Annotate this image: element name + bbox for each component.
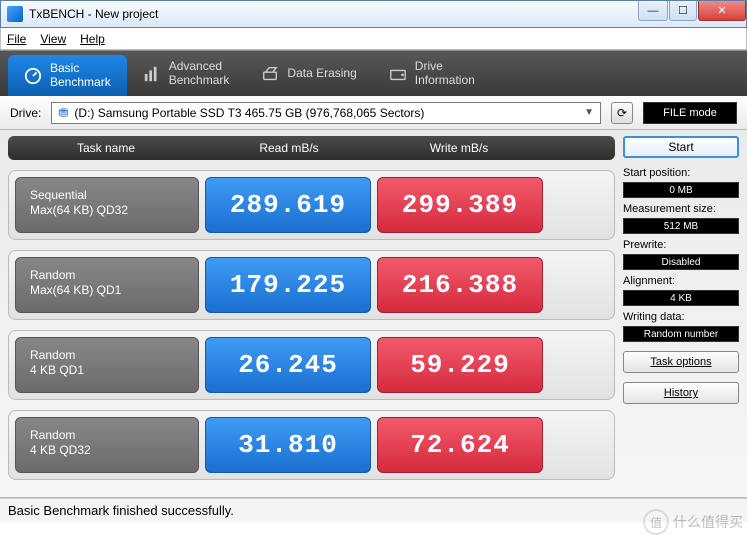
write-value: 59.229 [377,337,543,393]
writing-data-value[interactable]: Random number [623,326,739,342]
task-name: Random4 KB QD32 [15,417,199,473]
start-button[interactable]: Start [623,136,739,158]
task-options-button[interactable]: Task options [623,351,739,373]
alignment-value[interactable]: 4 KB [623,290,739,306]
erase-icon [261,65,279,83]
read-value: 289.619 [205,177,371,233]
write-value: 299.389 [377,177,543,233]
app-icon [7,6,23,22]
tab-basic-benchmark[interactable]: BasicBenchmark [8,55,127,96]
window-title: TxBENCH - New project [29,7,158,21]
tab-drive-information[interactable]: DriveInformation [373,51,491,96]
task-name: RandomMax(64 KB) QD1 [15,257,199,313]
menu-help[interactable]: Help [80,32,105,46]
read-value: 26.245 [205,337,371,393]
history-button[interactable]: History [623,382,739,404]
gauge-icon [24,67,42,85]
result-row: Random4 KB QD3231.81072.624 [8,410,615,480]
status-text: Basic Benchmark finished successfully. [8,503,234,518]
minimize-button[interactable]: — [638,1,668,21]
chevron-down-icon: ▼ [584,107,594,118]
measurement-size-value[interactable]: 512 MB [623,218,739,234]
read-value: 179.225 [205,257,371,313]
drive-label: Drive: [10,106,41,120]
refresh-button[interactable]: ⟳ [611,102,633,124]
writing-data-label: Writing data: [623,311,739,323]
task-name: SequentialMax(64 KB) QD32 [15,177,199,233]
menu-bar: File View Help [0,28,747,50]
menu-file[interactable]: File [7,32,26,46]
close-button[interactable]: ✕ [698,1,746,21]
results-header: Task name Read mB/s Write mB/s [8,136,615,160]
tab-advanced-benchmark[interactable]: AdvancedBenchmark [127,51,246,96]
task-name: Random4 KB QD1 [15,337,199,393]
prewrite-value[interactable]: Disabled [623,254,739,270]
tab-strip: BasicBenchmark AdvancedBenchmark Data Er… [0,50,747,96]
drive-select[interactable]: ⛃ (D:) Samsung Portable SSD T3 465.75 GB… [51,102,601,124]
prewrite-label: Prewrite: [623,239,739,251]
measurement-size-label: Measurement size: [623,203,739,215]
read-value: 31.810 [205,417,371,473]
drive-selected: (D:) Samsung Portable SSD T3 465.75 GB (… [74,106,424,120]
start-position-value[interactable]: 0 MB [623,182,739,198]
tab-data-erasing[interactable]: Data Erasing [245,51,372,96]
drive-icon [389,65,407,83]
drive-row: Drive: ⛃ (D:) Samsung Portable SSD T3 46… [0,96,747,130]
main-panel: Task name Read mB/s Write mB/s Sequentia… [0,130,747,498]
start-position-label: Start position: [623,167,739,179]
refresh-icon: ⟳ [617,106,627,120]
results-panel: Task name Read mB/s Write mB/s Sequentia… [8,136,615,497]
result-row: RandomMax(64 KB) QD1179.225216.388 [8,250,615,320]
write-value: 216.388 [377,257,543,313]
result-row: SequentialMax(64 KB) QD32289.619299.389 [8,170,615,240]
result-row: Random4 KB QD126.24559.229 [8,330,615,400]
header-write: Write mB/s [374,141,544,155]
status-bar: Basic Benchmark finished successfully. [0,498,747,522]
window-titlebar: TxBENCH - New project — ☐ ✕ [0,0,747,28]
menu-view[interactable]: View [40,32,66,46]
header-task: Task name [8,141,204,155]
maximize-button[interactable]: ☐ [669,1,697,21]
side-panel: Start Start position: 0 MB Measurement s… [623,136,739,497]
file-mode-indicator[interactable]: FILE mode [643,102,737,124]
header-read: Read mB/s [204,141,374,155]
bars-icon [143,65,161,83]
disk-icon: ⛃ [58,106,68,120]
alignment-label: Alignment: [623,275,739,287]
write-value: 72.624 [377,417,543,473]
